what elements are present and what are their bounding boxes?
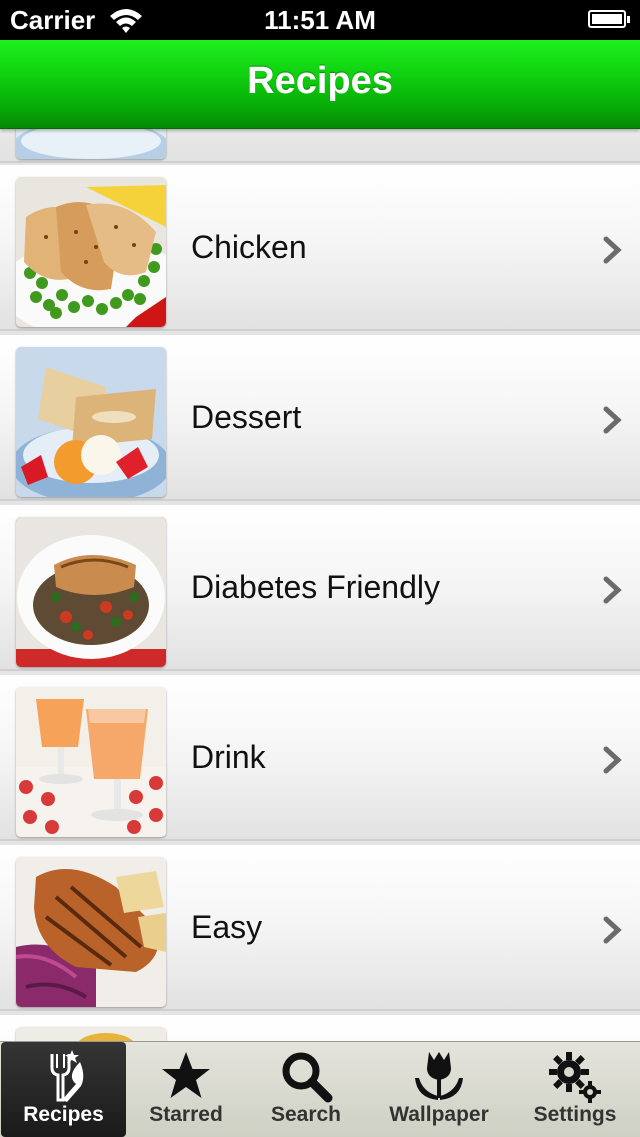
tab-bar: Recipes Starred Search Wallpaper Setting… — [0, 1041, 640, 1137]
chevron-right-icon — [603, 236, 622, 264]
easy-thumbnail — [16, 857, 166, 1007]
chevron-right-icon — [603, 576, 622, 604]
list-item-partial[interactable] — [0, 129, 640, 163]
page-title: Recipes — [247, 60, 393, 102]
recipe-category-list[interactable]: Chicken Dessert Diabetes Friendly Drink … — [0, 129, 640, 1041]
list-item-label: Drink — [191, 739, 266, 775]
list-item-label: Diabetes Friendly — [191, 569, 440, 605]
list-item-diabetes-friendly[interactable]: Diabetes Friendly — [0, 505, 640, 671]
tab-label: Search — [270, 1103, 342, 1126]
list-item-chicken[interactable]: Chicken — [0, 165, 640, 331]
category-thumbnail — [16, 129, 166, 159]
tab-label: Wallpaper — [389, 1103, 489, 1126]
fork-knife-star-icon — [50, 1050, 83, 1102]
tulip-icon — [415, 1052, 463, 1100]
category-thumbnail — [16, 1027, 166, 1041]
dessert-thumbnail — [16, 347, 166, 497]
chevron-right-icon — [603, 406, 622, 434]
status-bar: Carrier 11:51 AM — [0, 0, 640, 40]
tab-wallpaper[interactable]: Wallpaper — [366, 1042, 512, 1137]
drink-thumbnail — [16, 687, 166, 837]
chevron-right-icon — [603, 916, 622, 944]
clock: 11:51 AM — [264, 5, 376, 35]
list-item-label: Dessert — [191, 399, 302, 435]
tab-recipes[interactable]: Recipes — [1, 1042, 126, 1137]
navigation-bar: Recipes — [0, 40, 640, 129]
list-item-label: Chicken — [191, 229, 307, 265]
list-item-easy[interactable]: Easy — [0, 845, 640, 1011]
tab-label: Starred — [149, 1103, 223, 1126]
gears-icon — [549, 1052, 601, 1103]
tab-label: Settings — [533, 1103, 617, 1126]
list-item-drink[interactable]: Drink — [0, 675, 640, 841]
star-icon — [162, 1052, 210, 1098]
chicken-thumbnail — [16, 177, 166, 327]
tab-starred[interactable]: Starred — [126, 1042, 246, 1137]
diabetes-friendly-thumbnail — [16, 517, 166, 667]
chevron-right-icon — [603, 746, 622, 774]
tab-search[interactable]: Search — [246, 1042, 366, 1137]
list-item-label: Easy — [191, 909, 263, 945]
list-item-partial[interactable] — [0, 1015, 640, 1041]
battery-icon — [588, 10, 630, 28]
tab-label: Recipes — [23, 1103, 104, 1126]
list-item-dessert[interactable]: Dessert — [0, 335, 640, 501]
magnifier-icon — [282, 1052, 333, 1103]
tab-settings[interactable]: Settings — [512, 1042, 638, 1137]
